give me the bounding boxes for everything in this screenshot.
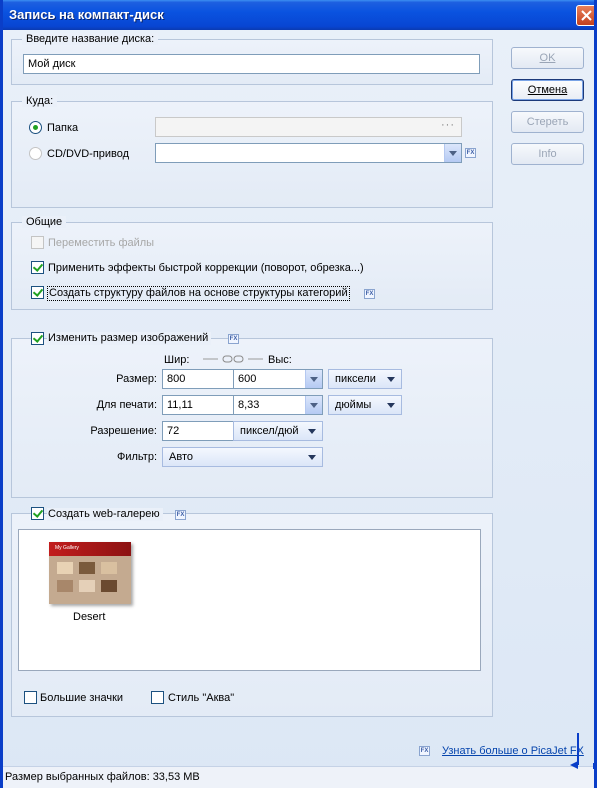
size-width-input[interactable]: 800 bbox=[162, 369, 234, 389]
folder-radio[interactable] bbox=[29, 121, 42, 134]
fx-icon: FX bbox=[419, 746, 430, 756]
height-header: Выс: bbox=[268, 354, 292, 366]
erase-label: Стереть bbox=[526, 116, 569, 128]
thumbnail-cell bbox=[57, 580, 73, 592]
close-button[interactable] bbox=[576, 5, 594, 26]
print-label: Для печати: bbox=[96, 399, 157, 411]
thumbnail-cell bbox=[79, 562, 95, 574]
filter-label: Фильтр: bbox=[116, 451, 157, 463]
thumbnail-cell bbox=[79, 580, 95, 592]
chevron-down-icon bbox=[387, 403, 395, 408]
move-files-checkbox[interactable] bbox=[31, 236, 44, 249]
thumbnail-cell bbox=[57, 562, 73, 574]
create-structure-checkbox[interactable] bbox=[31, 286, 44, 299]
size-unit-value: пиксели bbox=[335, 373, 376, 385]
size-height-value: 600 bbox=[238, 373, 257, 385]
folder-path-input[interactable]: ··· bbox=[155, 117, 462, 137]
cd-drive-select[interactable] bbox=[155, 143, 462, 163]
ok-label: OK bbox=[539, 52, 556, 64]
disc-name-legend: Введите название диска: bbox=[22, 33, 159, 45]
browse-folder-button[interactable]: ··· bbox=[441, 119, 455, 131]
size-height-input[interactable]: 600 bbox=[233, 369, 323, 389]
burn-disc-dialog: Запись на компакт-диск OK Отмена Стереть… bbox=[0, 0, 597, 788]
chevron-down-icon[interactable] bbox=[305, 396, 322, 414]
filter-value: Авто bbox=[169, 451, 193, 463]
print-width-input[interactable]: 11,11 bbox=[162, 395, 234, 415]
gallery-preview: My Gallery Desert bbox=[18, 529, 481, 671]
aqua-style-checkbox[interactable] bbox=[151, 691, 164, 704]
status-text: Размер выбранных файлов: 33,53 MB bbox=[5, 771, 200, 783]
fx-icon: FX bbox=[364, 289, 375, 299]
chevron-down-icon bbox=[387, 377, 395, 382]
web-gallery-checkbox[interactable] bbox=[31, 507, 44, 520]
gallery-item-label: Desert bbox=[73, 611, 106, 623]
chevron-down-icon bbox=[308, 455, 316, 460]
resolution-label: Разрешение: bbox=[90, 425, 157, 437]
thumbnail-header-text: My Gallery bbox=[55, 545, 79, 551]
cancel-button[interactable]: Отмена bbox=[511, 79, 584, 101]
disc-name-input[interactable]: Мой диск bbox=[23, 54, 480, 74]
status-bar: Размер выбранных файлов: 33,53 MB bbox=[3, 733, 594, 788]
cd-drive-radio[interactable] bbox=[29, 147, 42, 160]
resolution-input[interactable]: 72 bbox=[162, 421, 234, 441]
folder-label: Папка bbox=[47, 122, 79, 134]
cancel-label: Отмена bbox=[527, 84, 568, 96]
cd-drive-label: CD/DVD-привод bbox=[47, 148, 130, 160]
size-label: Размер: bbox=[116, 373, 157, 385]
destination-legend: Куда: bbox=[22, 95, 58, 107]
fx-icon: FX bbox=[465, 148, 476, 158]
create-structure-label: Создать структуру файлов на основе струк… bbox=[47, 286, 350, 301]
size-unit-select[interactable]: пиксели bbox=[328, 369, 402, 389]
move-files-label: Переместить файлы bbox=[48, 237, 155, 249]
ok-button[interactable]: OK bbox=[511, 47, 584, 69]
close-icon bbox=[581, 10, 592, 21]
large-icons-checkbox[interactable] bbox=[24, 691, 37, 704]
resolution-unit-select[interactable]: пиксел/дюй bbox=[233, 421, 323, 441]
learn-more-link[interactable]: Узнать больше о PicaJet FX bbox=[442, 745, 584, 757]
info-button[interactable]: Info bbox=[511, 143, 584, 165]
gallery-thumbnail[interactable]: My Gallery bbox=[49, 542, 131, 604]
title-bar: Запись на компакт-диск bbox=[3, 0, 594, 30]
print-unit-value: дюймы bbox=[335, 399, 372, 411]
large-icons-label: Большие значки bbox=[40, 692, 124, 704]
filter-select[interactable]: Авто bbox=[162, 447, 323, 467]
print-unit-select[interactable]: дюймы bbox=[328, 395, 402, 415]
chevron-down-icon[interactable] bbox=[305, 370, 322, 388]
resize-images-checkbox[interactable] bbox=[31, 332, 44, 345]
print-height-input[interactable]: 8,33 bbox=[233, 395, 323, 415]
thumbnail-cell bbox=[101, 580, 117, 592]
chevron-down-icon bbox=[308, 429, 316, 434]
info-label: Info bbox=[538, 148, 557, 160]
resize-images-label: Изменить размер изображений bbox=[47, 332, 212, 345]
aqua-style-label: Стиль "Аква" bbox=[168, 692, 235, 704]
erase-button[interactable]: Стереть bbox=[511, 111, 584, 133]
window-title: Запись на компакт-диск bbox=[9, 7, 164, 22]
chevron-down-icon[interactable] bbox=[444, 144, 461, 162]
width-header: Шир: bbox=[164, 354, 190, 366]
print-height-value: 8,33 bbox=[238, 399, 260, 411]
apply-effects-label: Применить эффекты быстрой коррекции (пов… bbox=[48, 262, 364, 274]
apply-effects-checkbox[interactable] bbox=[31, 261, 44, 274]
resize-grip-icon[interactable] bbox=[566, 733, 597, 773]
web-gallery-label: Создать web-галерею bbox=[47, 508, 163, 521]
resolution-unit-value: пиксел/дюй bbox=[240, 425, 299, 437]
fx-icon: FX bbox=[228, 334, 239, 344]
fx-icon: FX bbox=[175, 510, 186, 520]
general-legend: Общие bbox=[22, 216, 67, 228]
thumbnail-cell bbox=[101, 562, 117, 574]
thumbnail-header: My Gallery bbox=[49, 542, 131, 556]
link-icon[interactable] bbox=[201, 353, 265, 365]
